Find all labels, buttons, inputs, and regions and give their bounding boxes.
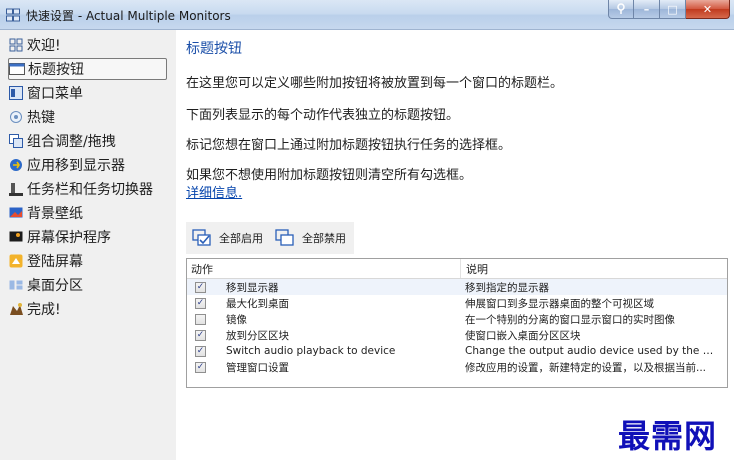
- wallpaper-icon: [8, 205, 24, 221]
- window-menu-icon: [8, 85, 24, 101]
- description-paragraph: 下面列表显示的每个动作代表独立的标题按钮。: [186, 108, 460, 123]
- sidebar-item-label: 背景壁纸: [27, 206, 83, 222]
- desktop-divider-icon: [8, 277, 24, 293]
- row-action: 放到分区区块: [226, 329, 289, 342]
- screensaver-icon: [8, 229, 24, 245]
- maximize-button[interactable]: □: [660, 0, 686, 19]
- sidebar-item-taskbar[interactable]: 任务栏和任务切换器: [8, 178, 168, 200]
- sidebar-item-wallpaper[interactable]: 背景壁纸: [8, 202, 168, 224]
- combo-drag-icon: [8, 133, 24, 149]
- sidebar-item-combo-drag[interactable]: 组合调整/拖拽: [8, 130, 168, 152]
- list-item[interactable]: ✓ 放到分区区块 使窗口嵌入桌面分区区块: [187, 327, 727, 343]
- window-title: 快速设置 - Actual Multiple Monitors: [26, 9, 231, 23]
- sidebar-item-label: 屏幕保护程序: [27, 230, 111, 246]
- row-description: 伸展窗口到多显示器桌面的整个可视区域: [465, 297, 654, 310]
- list-item[interactable]: ✓ Switch audio playback to device Change…: [187, 343, 727, 359]
- description-paragraph: 在这里您可以定义哪些附加按钮将被放置到每一个窗口的标题栏。: [186, 76, 564, 91]
- list-toolbar: 全部启用 全部禁用: [186, 222, 354, 254]
- row-checkbox[interactable]: ✓: [195, 281, 206, 293]
- column-header-description[interactable]: 说明: [461, 261, 488, 277]
- row-checkbox[interactable]: [195, 313, 206, 325]
- sidebar-item-label: 应用移到显示器: [27, 158, 125, 174]
- login-screen-icon: [8, 253, 24, 269]
- sidebar-item-desktop-divider[interactable]: 桌面分区: [8, 274, 168, 296]
- minimize-icon: –: [643, 2, 650, 16]
- sidebar-item-label: 登陆屏幕: [27, 254, 83, 270]
- list-header: 动作 说明: [187, 259, 727, 279]
- welcome-icon: [8, 37, 24, 53]
- disable-all-button[interactable]: 全部禁用: [275, 229, 346, 247]
- list-item[interactable]: ✓ 管理窗口设置 修改应用的设置，新建特定的设置，以及根据当前...: [187, 359, 727, 375]
- row-checkbox[interactable]: ✓: [195, 297, 206, 309]
- app-monitors-icon: [6, 8, 20, 22]
- title-bar[interactable]: 快速设置 - Actual Multiple Monitors – □ ✕: [0, 0, 734, 30]
- finish-icon: [8, 301, 24, 317]
- row-action: Switch audio playback to device: [226, 345, 396, 357]
- title-button-list[interactable]: 动作 说明 ✓ 移到显示器 移到指定的显示器 ✓ 最大化到桌面 伸展窗口到多显示…: [186, 258, 728, 388]
- column-header-action[interactable]: 动作: [187, 259, 461, 278]
- title-buttons-icon: [9, 61, 25, 77]
- sidebar-item-label: 组合调整/拖拽: [27, 134, 116, 150]
- row-action: 镜像: [226, 313, 247, 326]
- row-description: 使窗口嵌入桌面分区区块: [465, 329, 581, 342]
- sidebar-item-screensaver[interactable]: 屏幕保护程序: [8, 226, 168, 248]
- maximize-icon: □: [667, 2, 678, 16]
- list-item[interactable]: ✓ 最大化到桌面 伸展窗口到多显示器桌面的整个可视区域: [187, 295, 727, 311]
- disable-all-label: 全部禁用: [302, 232, 346, 245]
- sidebar-item-finish[interactable]: 完成!: [8, 298, 168, 320]
- sidebar-item-move-to-monitor[interactable]: 应用移到显示器: [8, 154, 168, 176]
- row-action: 移到显示器: [226, 281, 279, 294]
- sidebar-item-label: 完成!: [27, 302, 61, 318]
- list-item[interactable]: ✓ 移到显示器 移到指定的显示器: [187, 279, 727, 295]
- sidebar-item-label: 任务栏和任务切换器: [27, 182, 153, 198]
- page-title: 标题按钮: [186, 41, 242, 57]
- sidebar-item-label: 欢迎!: [27, 38, 61, 54]
- sidebar-item-label: 标题按钮: [28, 62, 84, 78]
- taskbar-icon: [8, 181, 24, 197]
- sidebar-item-window-menu[interactable]: 窗口菜单: [8, 82, 168, 104]
- row-action: 最大化到桌面: [226, 297, 289, 310]
- pin-button[interactable]: [608, 0, 634, 19]
- sidebar-item-hotkey[interactable]: 热键: [8, 106, 168, 128]
- row-description: 在一个特别的分离的窗口显示窗口的实时图像: [465, 313, 675, 326]
- watermark-text: 最需网: [618, 417, 718, 455]
- row-checkbox[interactable]: ✓: [195, 345, 206, 357]
- enable-all-icon: [192, 229, 211, 246]
- row-checkbox[interactable]: ✓: [195, 329, 206, 341]
- disable-all-icon: [275, 229, 294, 246]
- main-panel: 标题按钮 在这里您可以定义哪些附加按钮将被放置到每一个窗口的标题栏。 下面列表显…: [176, 30, 734, 460]
- hotkey-icon: [8, 109, 24, 125]
- sidebar-item-title-buttons[interactable]: 标题按钮: [8, 58, 167, 80]
- description-paragraph: 如果您不想使用附加标题按钮则清空所有勾选框。: [186, 168, 473, 183]
- sidebar-item-welcome[interactable]: 欢迎!: [8, 34, 168, 56]
- pin-icon: [617, 3, 625, 14]
- window-controls: – □ ✕: [608, 0, 730, 20]
- sidebar-item-label: 桌面分区: [27, 278, 83, 294]
- enable-all-button[interactable]: 全部启用: [192, 229, 263, 247]
- row-description: Change the output audio device used by t…: [465, 345, 716, 357]
- move-to-monitor-icon: [8, 157, 24, 173]
- close-button[interactable]: ✕: [686, 0, 730, 19]
- row-action: 管理窗口设置: [226, 361, 289, 374]
- more-info-link[interactable]: 详细信息.: [186, 182, 242, 201]
- row-description: 移到指定的显示器: [465, 281, 549, 294]
- sidebar-item-login-screen[interactable]: 登陆屏幕: [8, 250, 168, 272]
- description-paragraph: 标记您想在窗口上通过附加标题按钮执行任务的选择框。: [186, 138, 512, 153]
- sidebar: 欢迎! 标题按钮 窗口菜单 热键 组合调整/拖拽 应用移到显示器 任务栏和任务切…: [0, 30, 176, 460]
- list-item[interactable]: 镜像 在一个特别的分离的窗口显示窗口的实时图像: [187, 311, 727, 327]
- minimize-button[interactable]: –: [634, 0, 660, 19]
- row-description: 修改应用的设置，新建特定的设置，以及根据当前...: [465, 361, 707, 374]
- sidebar-item-label: 热键: [27, 110, 55, 126]
- sidebar-item-label: 窗口菜单: [27, 86, 83, 102]
- row-checkbox[interactable]: ✓: [195, 361, 206, 373]
- close-icon: ✕: [702, 2, 713, 16]
- enable-all-label: 全部启用: [219, 232, 263, 245]
